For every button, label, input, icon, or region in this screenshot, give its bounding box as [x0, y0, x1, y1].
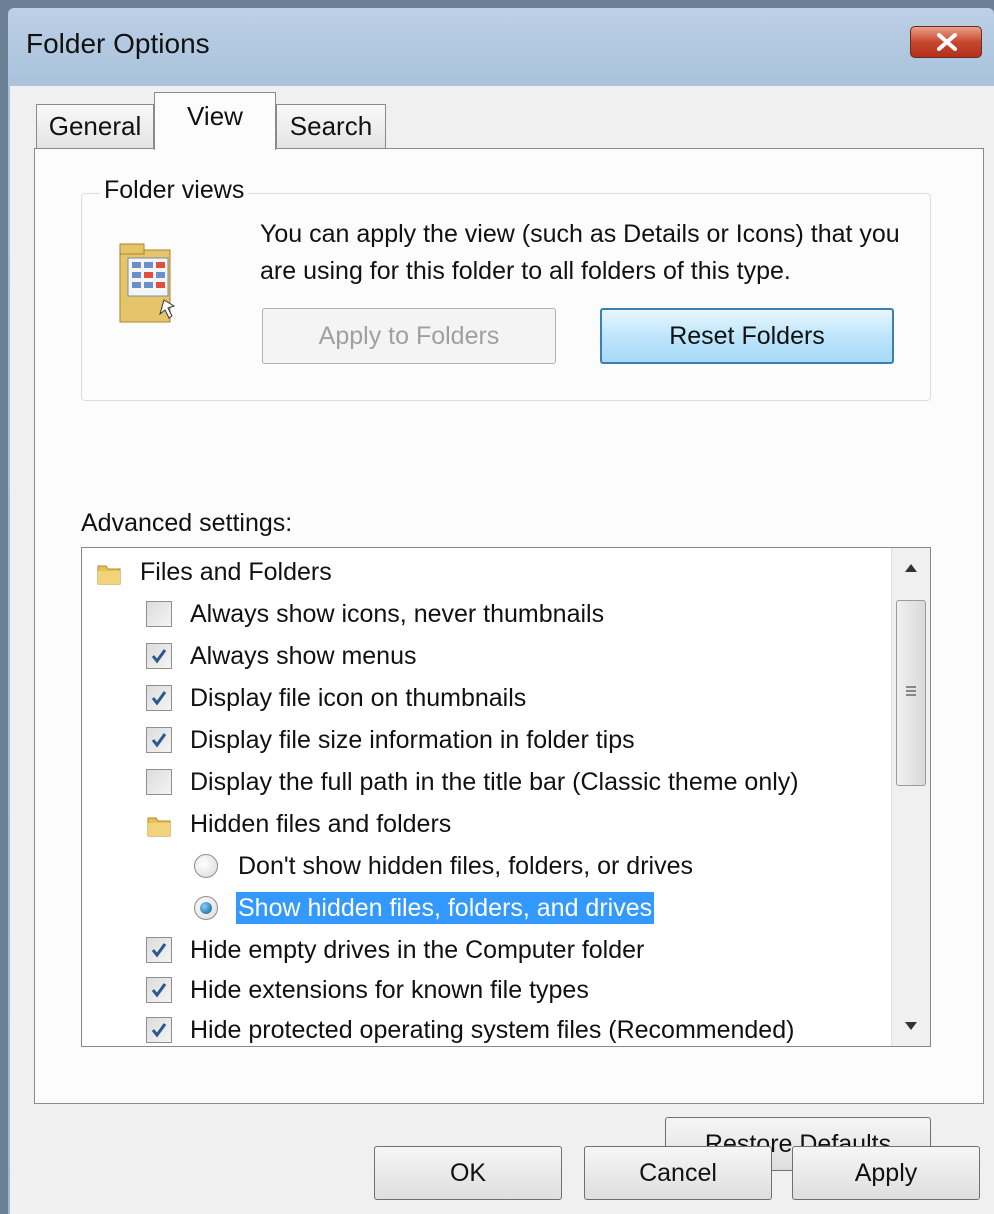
- checkmark-icon: [151, 983, 167, 998]
- checkbox-checked[interactable]: [146, 937, 172, 963]
- ok-button[interactable]: OK: [374, 1146, 562, 1200]
- checkbox-unchecked[interactable]: [146, 769, 172, 795]
- scroll-up-button[interactable]: [892, 548, 930, 588]
- advanced-settings-tree: Files and Folders Always show icons, nev…: [81, 547, 931, 1047]
- scroll-down-button[interactable]: [892, 1006, 930, 1046]
- folder-views-description: You can apply the view (such as Details …: [260, 220, 900, 285]
- folder-views-icon: [119, 243, 176, 323]
- radio-selected[interactable]: [194, 896, 218, 920]
- scroll-thumb[interactable]: [896, 600, 926, 786]
- tab-general[interactable]: General: [36, 104, 154, 148]
- close-icon: [937, 33, 957, 51]
- folder-options-window: Folder Options General View Search Folde…: [8, 8, 994, 1214]
- checkmark-icon: [151, 733, 167, 748]
- cancel-button[interactable]: Cancel: [584, 1146, 772, 1200]
- folder-icon: [147, 817, 171, 837]
- checkbox-checked[interactable]: [146, 727, 172, 753]
- radio-unselected[interactable]: [194, 854, 218, 878]
- checkmark-icon: [151, 1023, 167, 1038]
- folder-views-legend: Folder views: [100, 176, 249, 205]
- window-title: Folder Options: [26, 28, 210, 59]
- tab-search[interactable]: Search: [276, 104, 386, 148]
- apply-to-folders-button[interactable]: Apply to Folders: [262, 308, 556, 364]
- tree-scrollbar[interactable]: [891, 548, 930, 1046]
- checkbox-checked[interactable]: [146, 685, 172, 711]
- apply-button[interactable]: Apply: [792, 1146, 980, 1200]
- dialog-client: General View Search Folder views You can…: [10, 86, 994, 1214]
- checkmark-icon: [151, 943, 167, 958]
- checkmark-icon: [151, 691, 167, 706]
- checkbox-checked[interactable]: [146, 643, 172, 669]
- folder-views-group: Folder views You can apply the view (suc…: [81, 176, 931, 401]
- tab-view[interactable]: View: [154, 92, 276, 150]
- checkbox-checked[interactable]: [146, 977, 172, 1003]
- advanced-settings-label: Advanced settings:: [81, 509, 293, 537]
- close-button[interactable]: [910, 26, 982, 58]
- checkbox-checked[interactable]: [146, 1017, 172, 1043]
- scroll-up-icon: [905, 564, 917, 572]
- view-tab-panel: Folder views You can apply the view (suc…: [34, 148, 984, 1171]
- checkmark-icon: [151, 649, 167, 664]
- scroll-grip-icon: [906, 686, 916, 696]
- reset-folders-button[interactable]: Reset Folders: [600, 308, 894, 364]
- checkbox-unchecked[interactable]: [146, 601, 172, 627]
- scroll-down-icon: [905, 1022, 917, 1030]
- folder-icon: [97, 565, 121, 585]
